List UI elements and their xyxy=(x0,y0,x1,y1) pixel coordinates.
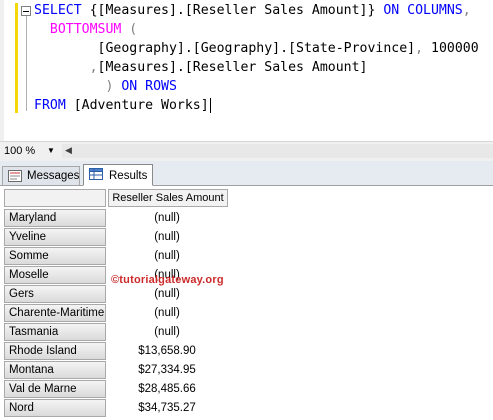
code-token: BOTTOMSUM xyxy=(49,22,122,37)
grid-corner-header[interactable] xyxy=(4,189,106,207)
cell-value[interactable]: $28,485.66 xyxy=(108,380,226,398)
tab-results-label: Results xyxy=(109,170,148,182)
code-token: ON COLUMNS xyxy=(383,3,463,18)
scroll-left-icon[interactable]: ◀ xyxy=(65,144,72,158)
row-header[interactable]: Gers xyxy=(4,285,106,303)
cell-value[interactable]: $27,334.95 xyxy=(108,361,226,379)
query-editor[interactable]: SELECT {[Measures].[Reseller Sales Amoun… xyxy=(0,0,493,141)
change-tracking-bar xyxy=(15,3,18,113)
table-row[interactable]: Rhode Island $13,658.90 xyxy=(4,342,228,361)
tab-messages[interactable]: Messages xyxy=(2,166,80,185)
row-header[interactable]: Moselle xyxy=(4,266,106,284)
table-row[interactable]: Charente-Maritime (null) xyxy=(4,304,228,323)
code-line[interactable]: FROM [Adventure Works] xyxy=(34,97,211,115)
zoom-value: 100 % xyxy=(4,145,36,157)
code-token: , xyxy=(462,3,471,18)
column-header[interactable]: Reseller Sales Amount xyxy=(108,189,228,207)
code-token: , xyxy=(89,60,98,75)
tab-messages-label: Messages xyxy=(27,170,80,182)
code-line[interactable]: ) ON ROWS xyxy=(34,78,177,96)
row-header[interactable]: Charente-Maritime xyxy=(4,304,106,322)
code-line[interactable]: SELECT {[Measures].[Reseller Sales Amoun… xyxy=(34,2,471,20)
cell-value[interactable]: (null) xyxy=(108,323,226,341)
table-row[interactable]: Tasmania (null) xyxy=(4,323,228,342)
code-token: ON ROWS xyxy=(121,79,177,94)
row-header[interactable]: Tasmania xyxy=(4,323,106,341)
code-token: ( xyxy=(121,22,138,37)
outline-guide-line xyxy=(26,16,27,111)
cell-value[interactable]: (null) xyxy=(108,228,226,246)
code-line[interactable]: ,[Measures].[Reseller Sales Amount] xyxy=(34,59,368,77)
text-caret xyxy=(209,97,211,113)
table-row[interactable]: Somme (null) xyxy=(4,247,228,266)
code-token: FROM xyxy=(34,98,74,113)
cell-value[interactable]: (null) xyxy=(108,209,226,227)
cell-value[interactable]: $13,658.90 xyxy=(108,342,226,360)
table-row[interactable]: Val de Marne $28,485.66 xyxy=(4,380,228,399)
horizontal-scrollbar[interactable]: ◀ xyxy=(62,144,493,158)
row-header[interactable]: Val de Marne xyxy=(4,380,106,398)
table-row[interactable]: Nord $34,735.27 xyxy=(4,399,228,418)
code-line[interactable]: [Geography].[Geography].[State-Province]… xyxy=(34,40,479,58)
row-header[interactable]: Nord xyxy=(4,399,106,417)
messages-icon xyxy=(8,170,22,182)
cell-value[interactable]: $34,735.27 xyxy=(108,399,226,417)
row-header[interactable]: Somme xyxy=(4,247,106,265)
watermark-text: ©tutorialgateway.org xyxy=(111,274,224,286)
cell-value[interactable]: (null) xyxy=(108,285,226,303)
table-row[interactable]: Gers (null) xyxy=(4,285,228,304)
cell-value[interactable]: (null) xyxy=(108,304,226,322)
table-row[interactable]: Montana $27,334.95 xyxy=(4,361,228,380)
cell-value[interactable]: (null) xyxy=(108,247,226,265)
code-token: [Adventure Works] xyxy=(73,98,209,113)
table-row[interactable]: Yveline (null) xyxy=(4,228,228,247)
code-token: ) xyxy=(34,79,122,94)
code-token: [Measures].[Reseller Sales Amount] xyxy=(97,60,368,75)
collapse-region-icon[interactable] xyxy=(21,6,31,16)
chevron-down-icon[interactable]: ▼ xyxy=(47,143,55,159)
zoom-bar: 100 % ▼ ◀ xyxy=(0,141,493,161)
row-header[interactable]: Maryland xyxy=(4,209,106,227)
grid-icon xyxy=(89,168,103,180)
code-token: 100000 xyxy=(423,41,479,56)
row-header[interactable]: Montana xyxy=(4,361,106,379)
tab-results[interactable]: Results xyxy=(83,164,153,186)
code-line[interactable]: BOTTOMSUM ( xyxy=(34,21,137,39)
code-token: , xyxy=(415,41,424,56)
result-tabs: Messages Results xyxy=(0,161,493,186)
row-header[interactable]: Yveline xyxy=(4,228,106,246)
table-row[interactable]: Maryland (null) xyxy=(4,209,228,228)
editor-margin xyxy=(0,0,4,141)
zoom-select[interactable]: 100 % ▼ xyxy=(1,143,59,159)
results-grid[interactable]: Reseller Sales Amount Maryland (null) Yvel… xyxy=(0,186,493,420)
code-token: {[Measures].[Reseller Sales Amount]} xyxy=(89,3,384,18)
code-token: SELECT xyxy=(34,3,90,18)
code-token: [Geography].[Geography].[State-Province] xyxy=(34,41,416,56)
row-header[interactable]: Rhode Island xyxy=(4,342,106,360)
